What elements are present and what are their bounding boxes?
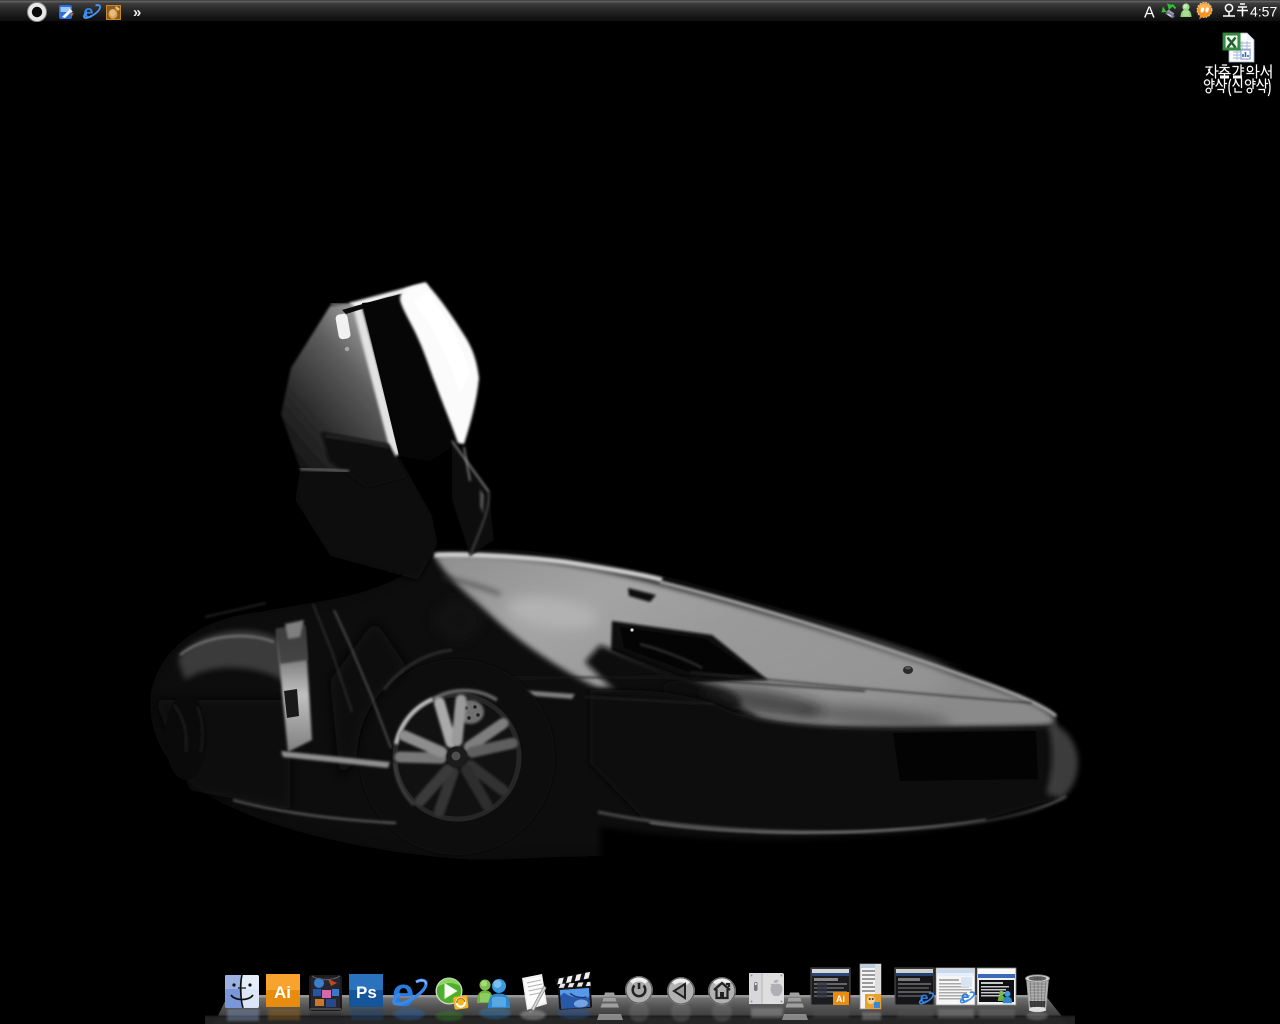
svg-text:Ai: Ai bbox=[836, 994, 845, 1004]
svg-text:e: e bbox=[961, 989, 970, 1006]
svg-text:e: e bbox=[920, 990, 929, 1007]
svg-text:A: A bbox=[1144, 5, 1155, 22]
svg-text:e: e bbox=[84, 2, 94, 22]
svg-text:Ai: Ai bbox=[274, 983, 291, 1002]
svg-text:Ps: Ps bbox=[356, 983, 377, 1002]
svg-text:4:57: 4:57 bbox=[1250, 4, 1277, 20]
svg-text:»: » bbox=[133, 4, 141, 21]
